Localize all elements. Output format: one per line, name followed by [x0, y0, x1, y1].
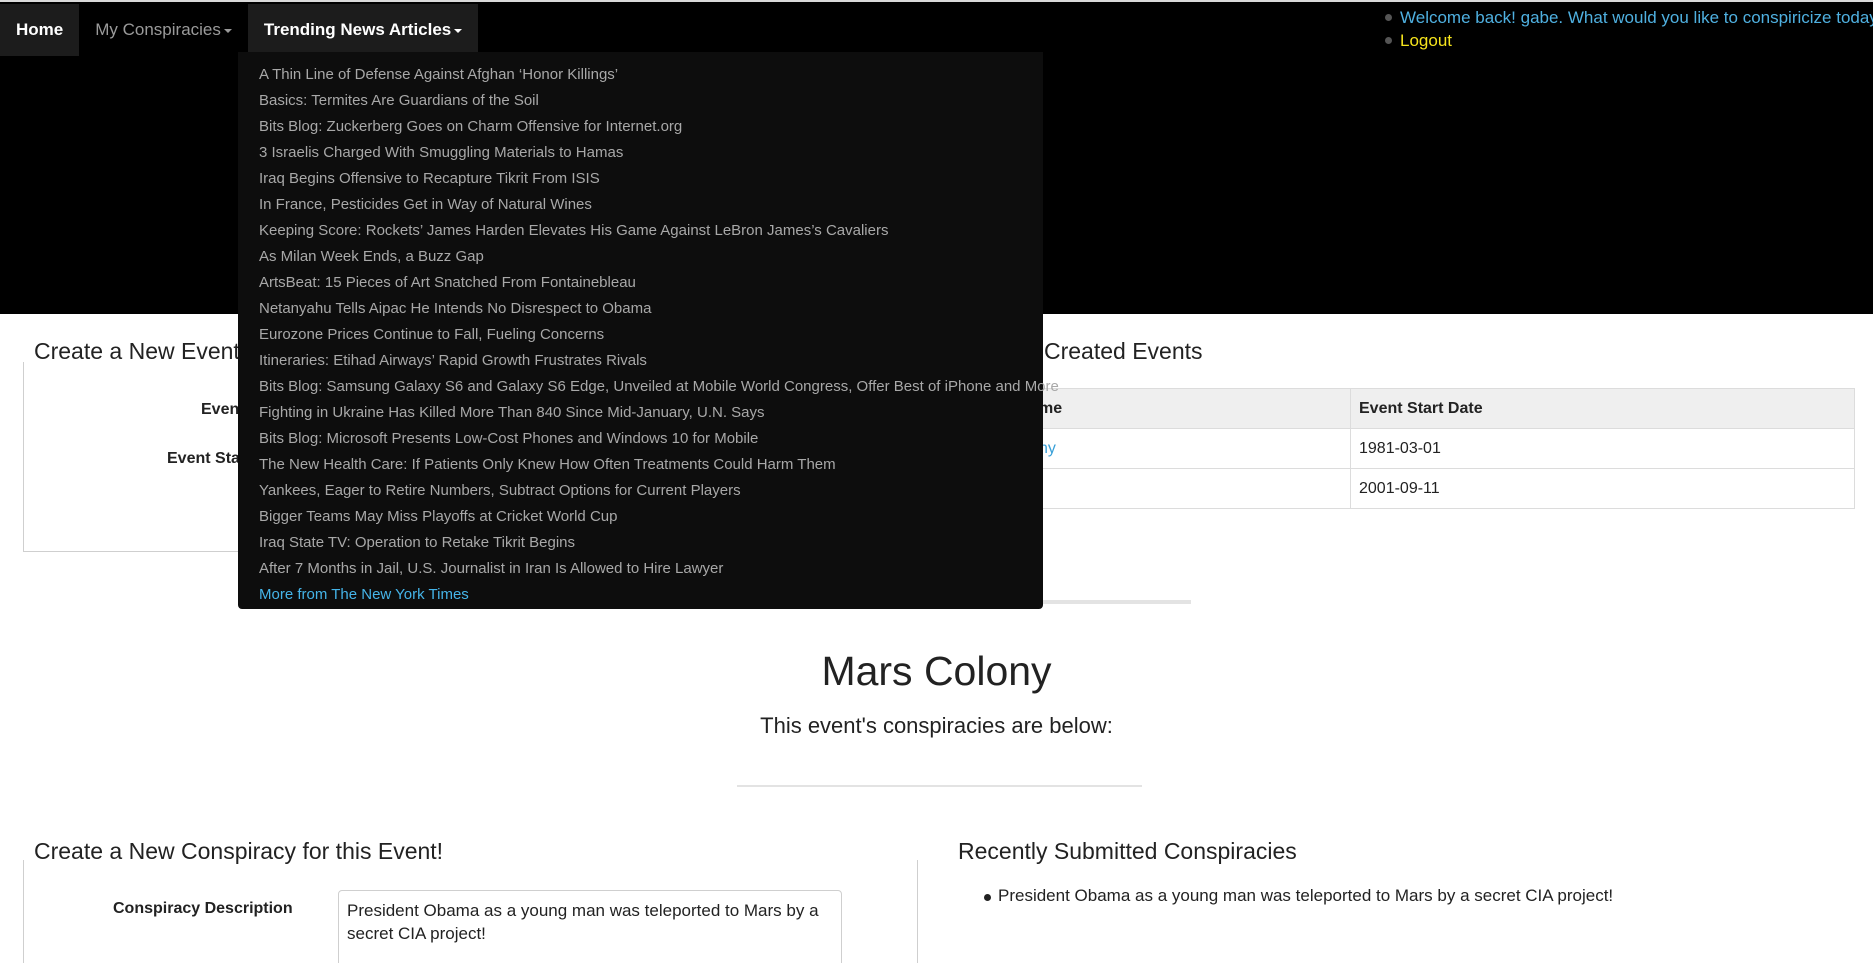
- col-event-name: me: [1030, 388, 1351, 429]
- article-link[interactable]: Keeping Score: Rockets’ James Harden Ele…: [238, 218, 1043, 244]
- table-row: 2001-09-11: [1030, 468, 1855, 509]
- user-menu: Welcome back! gabe. What would you like …: [1385, 6, 1873, 52]
- article-link[interactable]: ArtsBeat: 15 Pieces of Art Snatched From…: [238, 270, 1043, 296]
- article-link[interactable]: Fighting in Ukraine Has Killed More Than…: [238, 400, 1043, 426]
- list-item: President Obama as a young man was telep…: [983, 886, 1614, 905]
- event-title: Mars Colony: [821, 648, 1052, 694]
- created-events-table: me Event Start Date ny 1981-03-01 2001-0…: [1030, 388, 1855, 509]
- more-from-nyt-link[interactable]: More from The New York Times: [238, 582, 1043, 608]
- article-link[interactable]: Bigger Teams May Miss Playoffs at Cricke…: [238, 504, 1043, 530]
- event-start-label: Event Sta: [167, 450, 240, 467]
- article-link[interactable]: Basics: Termites Are Guardians of the So…: [238, 88, 1043, 114]
- article-link[interactable]: Yankees, Eager to Retire Numbers, Subtra…: [238, 478, 1043, 504]
- created-events-title: Created Events: [1043, 338, 1207, 365]
- table-row: ny 1981-03-01: [1030, 428, 1855, 469]
- event-subtitle: This event's conspiracies are below:: [760, 713, 1113, 738]
- article-link[interactable]: Netanyahu Tells Aipac He Intends No Disr…: [238, 296, 1043, 322]
- event-name-cell: [1030, 468, 1351, 509]
- divider-bottom: [737, 785, 1142, 787]
- article-link[interactable]: The New Health Care: If Patients Only Kn…: [238, 452, 1043, 478]
- event-date-cell: 2001-09-11: [1350, 468, 1855, 509]
- nav-trending-news-label: Trending News Articles: [263, 20, 452, 39]
- article-link[interactable]: After 7 Months in Jail, U.S. Journalist …: [238, 556, 1043, 582]
- article-link[interactable]: Bits Blog: Samsung Galaxy S6 and Galaxy …: [238, 374, 1059, 400]
- conspiracy-description-input[interactable]: President Obama as a young man was telep…: [338, 890, 842, 963]
- caret-down-icon: [223, 28, 232, 33]
- table-header-row: me Event Start Date: [1030, 388, 1855, 429]
- event-date-cell: 1981-03-01: [1350, 428, 1855, 469]
- article-link[interactable]: Eurozone Prices Continue to Fall, Fuelin…: [238, 322, 1043, 348]
- create-conspiracy-title: Create a New Conspiracy for this Event!: [30, 838, 448, 865]
- col-event-start-date: Event Start Date: [1350, 388, 1855, 429]
- article-link[interactable]: Bits Blog: Zuckerberg Goes on Charm Offe…: [238, 114, 1043, 140]
- conspiracy-description-label: Conspiracy Description: [113, 900, 293, 917]
- article-link[interactable]: Bits Blog: Microsoft Presents Low-Cost P…: [238, 426, 1043, 452]
- nav-my-conspiracies-label: My Conspiracies: [95, 20, 221, 39]
- article-link[interactable]: Itineraries: Etihad Airways’ Rapid Growt…: [238, 348, 1043, 374]
- article-link[interactable]: 3 Israelis Charged With Smuggling Materi…: [238, 140, 1043, 166]
- nav-trending-news[interactable]: Trending News Articles: [247, 4, 479, 56]
- create-event-title: Create a New Event: [30, 338, 244, 365]
- navbar: Home My Conspiracies Trending News Artic…: [0, 4, 479, 56]
- welcome-message: Welcome back! gabe. What would you like …: [1385, 6, 1873, 29]
- article-link[interactable]: A Thin Line of Defense Against Afghan ‘H…: [238, 62, 1043, 88]
- logout-link[interactable]: Logout: [1385, 29, 1873, 52]
- event-name-label: Even: [201, 401, 240, 418]
- event-name-cell: ny: [1030, 428, 1351, 469]
- nav-home[interactable]: Home: [0, 4, 80, 56]
- article-link[interactable]: Iraq State TV: Operation to Retake Tikri…: [238, 530, 1043, 556]
- article-link[interactable]: Iraq Begins Offensive to Recapture Tikri…: [238, 166, 1043, 192]
- article-link[interactable]: In France, Pesticides Get in Way of Natu…: [238, 192, 1043, 218]
- article-link[interactable]: As Milan Week Ends, a Buzz Gap: [238, 244, 1043, 270]
- nav-my-conspiracies[interactable]: My Conspiracies: [79, 4, 248, 56]
- recent-conspiracies-list: President Obama as a young man was telep…: [983, 886, 1614, 906]
- caret-down-icon: [454, 28, 463, 33]
- recent-conspiracies-title: Recently Submitted Conspiracies: [958, 838, 1297, 864]
- trending-news-dropdown: A Thin Line of Defense Against Afghan ‘H…: [238, 52, 1059, 609]
